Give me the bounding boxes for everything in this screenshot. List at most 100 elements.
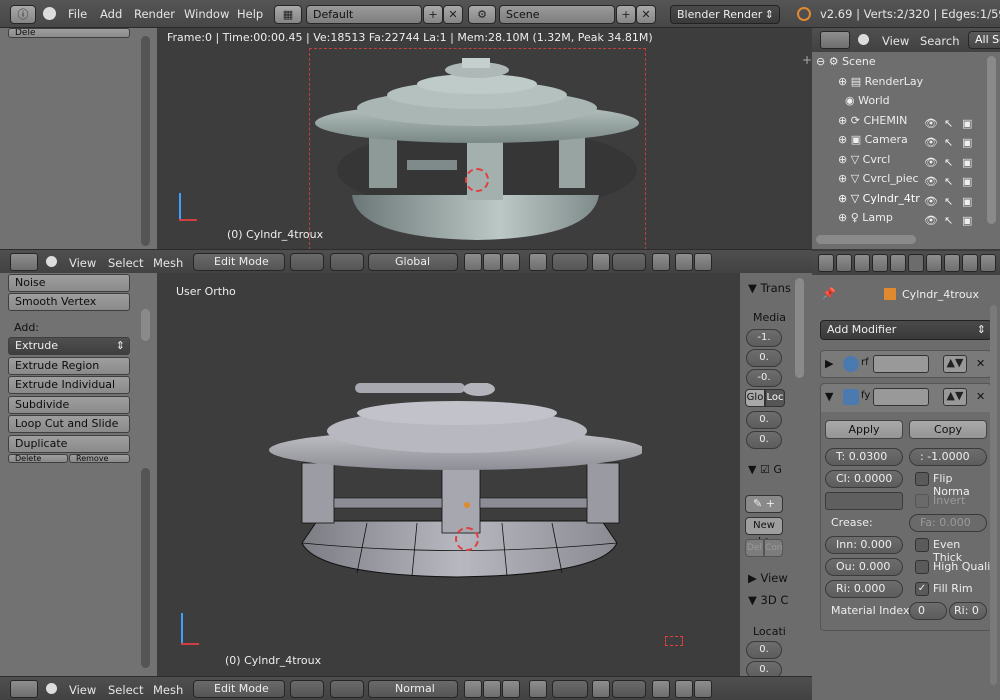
median-z-field[interactable]: -0. [746, 369, 782, 387]
scene-tab-icon[interactable] [836, 254, 852, 272]
render-engine-select[interactable]: Blender Render ⇕ [670, 5, 780, 24]
camera-viewport[interactable]: Frame:0 | Time:00:00.45 | Ve:18513 Fa:22… [157, 28, 812, 250]
fill-rim-checkbox[interactable]: ✓ [915, 582, 929, 596]
orientation-select[interactable]: Normal [368, 680, 458, 698]
shading-select[interactable] [290, 253, 324, 271]
outliner-scrollbar[interactable] [987, 56, 996, 224]
eye-icon[interactable]: 👁 [924, 117, 938, 130]
outliner-menu-view[interactable]: View [882, 34, 909, 48]
render-tab-icon[interactable] [818, 254, 834, 272]
render-camera-icon[interactable]: ▣ [962, 136, 972, 149]
3d-cursor-icon[interactable] [465, 168, 489, 192]
flip-normals-checkbox[interactable] [915, 472, 929, 486]
shading-select[interactable] [290, 680, 324, 698]
outliner-menu-search[interactable]: Search [920, 34, 960, 48]
limit-selection-icon[interactable] [529, 253, 547, 271]
high-quality-checkbox[interactable] [915, 560, 929, 574]
lower-shelf-scrollbar[interactable] [141, 468, 150, 668]
proportional-edit-select[interactable] [552, 253, 588, 271]
apply-button[interactable]: Apply [825, 420, 903, 439]
texture-tab-icon[interactable] [962, 254, 978, 272]
outliner-hscrollbar[interactable] [816, 235, 916, 244]
select-arrow-icon[interactable]: ↖ [944, 214, 953, 227]
menu-add[interactable]: Add [100, 7, 122, 21]
tool-remove-partial[interactable]: Remove [69, 454, 130, 463]
close-icon[interactable]: ✕ [976, 357, 985, 370]
mode-select[interactable]: Edit Mode [193, 680, 285, 698]
shelf-scrollbar[interactable] [141, 36, 150, 246]
outliner-row-world[interactable]: ◉ World [838, 94, 1000, 113]
3d-cursor-icon[interactable] [455, 527, 479, 551]
tool-shelf-scrollbar[interactable] [141, 309, 150, 341]
orientation-select[interactable]: Global [368, 253, 458, 271]
tool-extrude-region[interactable]: Extrude Region [8, 357, 130, 375]
copy-button[interactable]: Copy [909, 420, 987, 439]
cursor-y-field[interactable]: 0. [746, 661, 782, 676]
median-y-field[interactable]: 0. [746, 349, 782, 367]
collapse-icon[interactable] [858, 34, 869, 45]
collapse-menu-icon[interactable] [43, 7, 56, 20]
local-toggle[interactable]: Loc [765, 389, 785, 407]
material-offset-field[interactable]: 0 [909, 602, 947, 620]
tool-extrude[interactable]: Extrude ⇕ [8, 337, 130, 355]
crease-outer-field[interactable]: Ou: 0.000 [825, 558, 903, 576]
render-animation-icon[interactable] [694, 253, 712, 271]
snap-toggle-icon[interactable] [592, 253, 610, 271]
tool-subdivide[interactable]: Subdivide [8, 396, 130, 414]
outliner-row-scene[interactable]: ⊖ ⚙ Scene [816, 55, 984, 74]
world-tab-icon[interactable] [854, 254, 870, 272]
pivot-select[interactable] [330, 680, 364, 698]
snap-element-select[interactable] [612, 680, 646, 698]
select-arrow-icon[interactable]: ↖ [944, 156, 953, 169]
menu-mesh[interactable]: Mesh [153, 256, 183, 270]
eye-icon[interactable]: 👁 [924, 175, 938, 188]
n-panel-scrollbar[interactable] [795, 278, 804, 378]
modifier-2-header[interactable]: ▼ fy ▲▼ ✕ [821, 384, 991, 412]
collapse-arrow-icon[interactable]: ▼ [825, 390, 833, 403]
thickness-field[interactable]: T: 0.0300 [825, 448, 903, 466]
pin-icon[interactable]: 📌 [822, 287, 836, 300]
invert-checkbox[interactable] [915, 494, 929, 508]
clamp-field[interactable]: Cl: 0.0000 [825, 470, 903, 488]
modifier-tab-icon[interactable] [908, 254, 924, 272]
delete-layout-icon[interactable]: ✕ [443, 5, 463, 24]
crease-rim-field[interactable]: Ri: 0.000 [825, 580, 903, 598]
main-3d-viewport[interactable]: User Ortho (0) Cylndr_4troux [157, 273, 740, 676]
pivot-select[interactable] [330, 253, 364, 271]
outliner-editor-type-icon[interactable] [820, 31, 850, 49]
render-camera-icon[interactable]: ▣ [962, 117, 972, 130]
properties-scrollbar[interactable] [990, 305, 997, 685]
snap-toggle-icon[interactable] [592, 680, 610, 698]
local-field-1[interactable]: 0. [746, 411, 782, 429]
factor-field[interactable]: Fa: 0.000 [909, 514, 987, 532]
menu-select[interactable]: Select [108, 256, 143, 270]
vertex-select-icon[interactable] [464, 680, 482, 698]
layers-icon[interactable] [652, 680, 670, 698]
render-animation-icon[interactable] [694, 680, 712, 698]
move-up-down-icon[interactable]: ▲▼ [943, 355, 967, 373]
cursor-x-field[interactable]: 0. [746, 641, 782, 659]
render-camera-icon[interactable]: ▣ [962, 214, 972, 227]
grease-pencil-header[interactable]: ▼ ☑ G [748, 463, 782, 476]
tool-extrude-individual[interactable]: Extrude Individual [8, 376, 130, 394]
edge-select-icon[interactable] [483, 253, 501, 271]
tool-noise[interactable]: Noise [8, 274, 130, 292]
layout-name-field[interactable]: Default [306, 5, 422, 24]
modifier-1-name[interactable]: rf [861, 357, 869, 368]
tool-delete-partial[interactable]: Delete [8, 454, 68, 463]
outliner-row-renderlayer[interactable]: ⊕ ▤ RenderLay [838, 75, 1000, 94]
edge-select-icon[interactable] [483, 680, 501, 698]
tool-duplicate[interactable]: Duplicate [8, 435, 130, 453]
even-thickness-checkbox[interactable] [915, 538, 929, 552]
tool-smooth-vertex[interactable]: Smooth Vertex [8, 293, 130, 311]
global-toggle[interactable]: Glo [745, 389, 765, 407]
median-x-field[interactable]: -1. [746, 329, 782, 347]
vertex-group-field[interactable] [825, 492, 903, 510]
menu-help[interactable]: Help [237, 7, 263, 21]
proportional-edit-select[interactable] [552, 680, 588, 698]
local-field-2[interactable]: 0. [746, 431, 782, 449]
layers-icon[interactable] [652, 253, 670, 271]
expand-arrow-icon[interactable]: ▶ [825, 357, 833, 370]
data-tab-icon[interactable] [926, 254, 942, 272]
3d-cursor-panel-header[interactable]: ▼ 3D C [748, 593, 788, 607]
